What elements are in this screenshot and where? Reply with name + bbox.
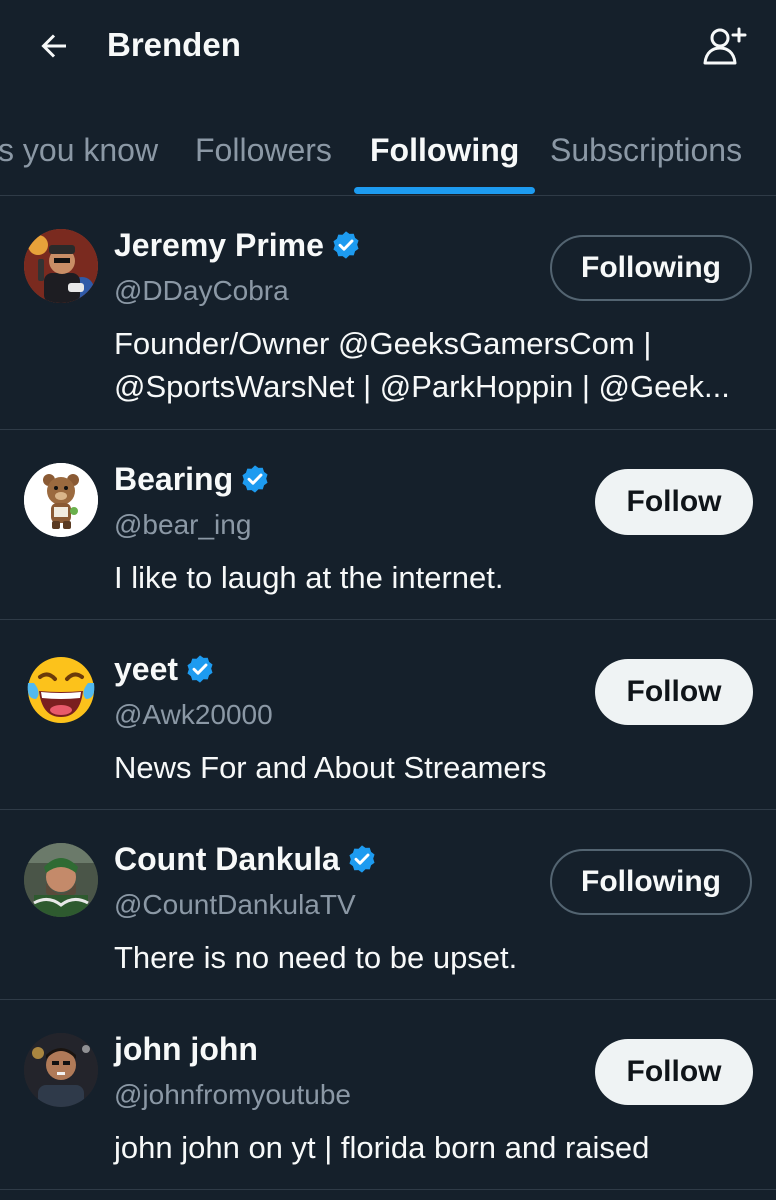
list-item[interactable]: Bearing @bear_ing I like to laugh at the… — [0, 430, 776, 620]
user-bio: john john on yt | florida born and raise… — [114, 1126, 754, 1169]
name-line: john john — [114, 1028, 258, 1070]
list-item[interactable]: john john @johnfromyoutube john john on … — [0, 1000, 776, 1190]
avatar[interactable] — [24, 653, 98, 727]
avatar[interactable] — [24, 1033, 98, 1107]
bio-line: There is no need to be upset. — [114, 940, 518, 975]
avatar-image — [24, 229, 98, 303]
verified-badge-icon — [349, 845, 375, 873]
name-line: Jeremy Prime — [114, 224, 362, 266]
bio-line: Founder/Owner @GeeksGamersCom | — [114, 326, 652, 361]
following-button[interactable]: Following — [550, 849, 752, 915]
verified-badge-icon — [187, 655, 213, 683]
bio-line: I like to laugh at the internet. — [114, 560, 504, 595]
following-list: Jeremy Prime @DDayCobra Founder/Owner @G… — [0, 196, 776, 1190]
following-button[interactable]: Following — [550, 235, 752, 301]
top-bar: Brenden — [0, 0, 776, 92]
follow-button[interactable]: Follow — [595, 659, 753, 725]
user-bio: Founder/Owner @GeeksGamersCom | @SportsW… — [114, 322, 754, 408]
name-line: yeet — [114, 648, 216, 690]
avatar[interactable] — [24, 463, 98, 537]
avatar[interactable] — [24, 229, 98, 303]
name-line: Count Dankula — [114, 838, 378, 880]
bio-line: john john on yt | florida born and raise… — [114, 1130, 650, 1165]
user-name[interactable]: john john — [114, 1031, 258, 1068]
user-name[interactable]: yeet — [114, 651, 178, 688]
back-button[interactable] — [30, 22, 78, 70]
user-handle: @bear_ing — [114, 509, 252, 540]
avatar[interactable] — [24, 843, 98, 917]
arrow-left-icon — [41, 34, 66, 58]
add-user-icon — [703, 27, 747, 65]
user-bio: There is no need to be upset. — [114, 936, 754, 979]
list-item[interactable]: yeet @Awk20000 News For and About Stream… — [0, 620, 776, 810]
add-user-button[interactable] — [698, 22, 750, 70]
follow-button[interactable]: Follow — [595, 469, 753, 535]
tab-people-you-know[interactable]: s you know — [0, 128, 158, 172]
avatar-image — [24, 1033, 98, 1107]
user-name[interactable]: Bearing — [114, 461, 233, 498]
user-name[interactable]: Jeremy Prime — [114, 227, 324, 264]
user-bio: News For and About Streamers — [114, 746, 754, 789]
list-item[interactable]: Count Dankula @CountDankulaTV There is n… — [0, 810, 776, 1000]
verified-badge-icon — [333, 231, 359, 259]
user-bio: I like to laugh at the internet. — [114, 556, 754, 599]
avatar-image — [24, 463, 98, 537]
list-item[interactable]: Jeremy Prime @DDayCobra Founder/Owner @G… — [0, 196, 776, 430]
user-handle: @Awk20000 — [114, 699, 273, 730]
bio-line: @SportsWarsNet | @ParkHoppin | @Geek... — [114, 369, 730, 404]
avatar-image — [24, 843, 98, 917]
tab-followers[interactable]: Followers — [195, 128, 332, 172]
tab-bar: s you know Followers Following Subscript… — [0, 108, 776, 196]
name-line: Bearing — [114, 458, 271, 500]
laughing-emoji-icon — [27, 657, 95, 723]
user-handle: @johnfromyoutube — [114, 1079, 352, 1110]
bio-line: News For and About Streamers — [114, 750, 547, 785]
user-handle: @CountDankulaTV — [114, 889, 356, 920]
verified-badge-icon — [242, 465, 268, 493]
tab-following[interactable]: Following — [370, 128, 519, 172]
tab-subscriptions[interactable]: Subscriptions — [550, 128, 742, 172]
user-handle: @DDayCobra — [114, 275, 289, 306]
active-tab-indicator — [354, 187, 535, 194]
page-title: Brenden — [107, 26, 241, 63]
follow-button[interactable]: Follow — [595, 1039, 753, 1105]
user-name[interactable]: Count Dankula — [114, 841, 340, 878]
